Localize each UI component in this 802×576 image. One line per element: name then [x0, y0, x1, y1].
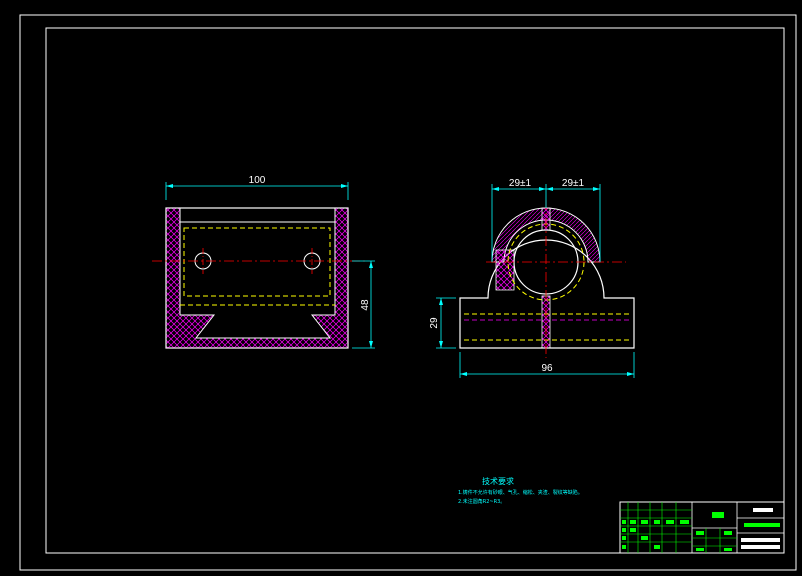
side-view-left-half-dim: 29±1: [509, 178, 532, 189]
cad-drawing: 100 48 29±1 29±1 29 96 技术要求 1.铸件不允许有砂眼、气…: [19, 14, 797, 571]
title-block: [619, 501, 785, 554]
technical-requirements: 技术要求 1.铸件不允许有砂眼、气孔、缩松、夹渣、裂纹等缺陷。 2.未注圆角R2…: [458, 476, 583, 505]
side-view: 29±1 29±1 29 96: [429, 178, 635, 378]
front-view-hidden-bore: [183, 227, 331, 297]
tech-req-note-2: 2.未注圆角R2~R3。: [458, 498, 505, 505]
side-view-height-dim: 29: [429, 317, 440, 329]
outer-frame: [19, 14, 797, 571]
front-view-width-dim: 100: [249, 175, 266, 186]
front-view-left-wall: [165, 207, 349, 349]
inner-frame: [45, 27, 785, 554]
side-view-base-width-dim: 96: [541, 363, 553, 374]
side-view-right-half-dim: 29±1: [562, 178, 585, 189]
front-view: 100 48: [152, 175, 375, 349]
front-view-height-dim: 48: [360, 299, 371, 311]
tech-req-title: 技术要求: [482, 476, 514, 486]
tech-req-note-1: 1.铸件不允许有砂眼、气孔、缩松、夹渣、裂纹等缺陷。: [458, 489, 583, 496]
